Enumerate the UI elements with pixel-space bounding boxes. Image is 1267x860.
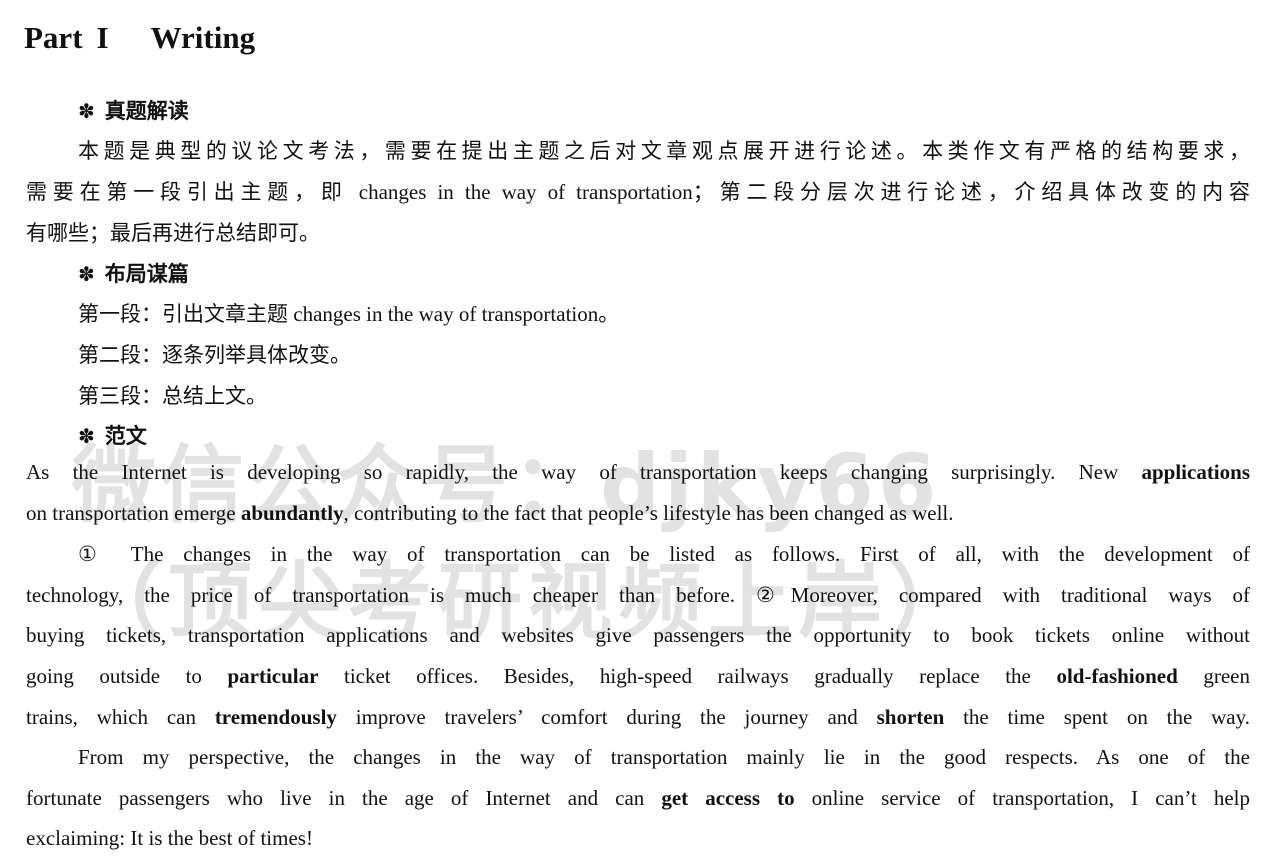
layout-plan-paragraph-3: 第三段：总结上文。 (78, 384, 267, 408)
analysis-line-1: 本题是典型的议论文考法，需要在提出主题之后对文章观点展开进行论述。本类作文有严格… (78, 139, 1250, 163)
section-heading-label: 布局谋篇 (104, 262, 189, 286)
vocab-abundantly: abundantly (240, 501, 344, 525)
vocab-old-fashioned: old-fashioned (1056, 664, 1178, 688)
essay-p2-line-3: buying tickets, transportation applicati… (26, 623, 1250, 647)
essay-p2-line-2: technology, the price of transportation … (26, 583, 1250, 607)
section-heading-label: 范文 (104, 424, 147, 448)
flower-bullet-icon: ✽ (78, 99, 95, 123)
vocab-shorten: shorten (876, 705, 945, 729)
section-heading-label: 真题解读 (104, 99, 189, 123)
essay-p2-line-1: ① The changes in the way of transportati… (78, 542, 1250, 566)
section-heading-sample-essay: ✽ 范文 (78, 420, 147, 450)
vocab-particular: particular (227, 664, 319, 688)
vocab-applications: applications (1141, 460, 1250, 484)
essay-p1-line-1: As the Internet is developing so rapidly… (26, 460, 1250, 484)
essay-p2-line-5: trains, which can tremendously improve t… (26, 705, 1250, 729)
title-part-number: I (96, 20, 109, 55)
vocab-tremendously: tremendously (214, 705, 337, 729)
flower-bullet-icon: ✽ (78, 424, 95, 448)
title-part: Part (24, 20, 83, 55)
vocab-get-access-to: get access to (661, 786, 795, 810)
analysis-line-2: 需要在第一段引出主题，即 changes in the way of trans… (26, 180, 1250, 204)
essay-p2-line-4: going outside to particular ticket offic… (26, 664, 1250, 688)
document-page: 微信公众号：djky66 （顶尖考研视频上岸） Part I Writing ✽ 真题… (0, 0, 1267, 860)
analysis-line-3: 有哪些；最后再进行总结即可。 (26, 221, 320, 245)
section-heading-analysis: ✽ 真题解读 (78, 95, 189, 125)
layout-plan-paragraph-1: 第一段：引出文章主题 changes in the way of transpo… (78, 302, 620, 326)
section-heading-layout: ✽ 布局谋篇 (78, 258, 189, 288)
essay-p3-line-1: From my perspective, the changes in the … (78, 745, 1250, 769)
page-title: Part I Writing (24, 20, 255, 56)
layout-plan-paragraph-2: 第二段：逐条列举具体改变。 (78, 343, 351, 367)
title-name: Writing (150, 20, 256, 55)
flower-bullet-icon: ✽ (78, 262, 95, 286)
essay-p3-line-3: exclaiming: It is the best of times! (26, 826, 313, 850)
essay-p1-line-2: on transportation emerge abundantly, con… (26, 501, 954, 525)
essay-p3-line-2: fortunate passengers who live in the age… (26, 786, 1250, 810)
